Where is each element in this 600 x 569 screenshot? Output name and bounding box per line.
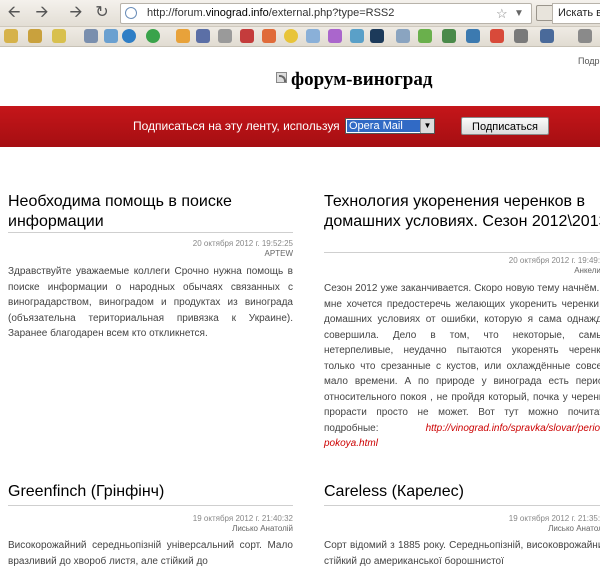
- url-prefix: http://forum.: [147, 7, 206, 19]
- url-domain: vinograd.info: [205, 7, 269, 19]
- bookmark-icon[interactable]: [418, 29, 432, 43]
- page-title: форум-виноград: [276, 69, 432, 91]
- entry-body: Високорожайний середньопізній універсаль…: [8, 540, 293, 567]
- bookmark-icon[interactable]: [146, 29, 160, 43]
- bookmark-icon[interactable]: [196, 29, 210, 43]
- bookmark-icon[interactable]: [104, 29, 118, 43]
- chevron-down-icon[interactable]: ▼: [420, 119, 434, 133]
- rss-icon: [276, 72, 287, 83]
- feed-entry: Необходима помощь в поиске информации 20…: [8, 192, 293, 352]
- back-arrow-icon[interactable]: 🡨: [4, 3, 24, 23]
- url-suffix: /external.php?type=RSS2: [268, 7, 395, 19]
- page-title-text: форум-виноград: [291, 69, 433, 90]
- bookmark-icon[interactable]: [218, 29, 232, 43]
- bookmark-icon[interactable]: [396, 29, 410, 43]
- entry-title[interactable]: Необходима помощь в поиске информации: [8, 192, 293, 232]
- feed-entry: Greenfinch (Грінфінч) 19 октября 2012 г.…: [8, 482, 293, 567]
- forward-arrow-icon[interactable]: 🡪: [32, 3, 52, 23]
- entry-body: Сезон 2012 уже заканчивается. Скоро нову…: [324, 281, 600, 452]
- reader-select[interactable]: Opera Mail ▼: [345, 118, 435, 134]
- subscribe-label: Подписаться на эту ленту, используя: [133, 119, 340, 133]
- address-bar[interactable]: http://forum.vinograd.info/external.php?…: [120, 3, 532, 24]
- bookmark-icon[interactable]: [52, 29, 66, 43]
- divider: [324, 252, 600, 253]
- subscribe-bar: Подписаться на эту ленту, используя Oper…: [0, 106, 600, 147]
- bookmark-icon[interactable]: [514, 29, 528, 43]
- entry-title[interactable]: Технология укоренения черенков в домашни…: [324, 192, 600, 232]
- entry-author: Лисько Анатолій: [232, 524, 293, 533]
- bookmark-icon[interactable]: [370, 29, 384, 43]
- subscribe-button[interactable]: Подписаться: [461, 117, 549, 135]
- bookmark-icon[interactable]: [176, 29, 190, 43]
- entry-body: Здравствуйте уважаемые коллеги Срочно ну…: [8, 266, 293, 339]
- entry-author: APTEW: [264, 249, 293, 258]
- bookmark-icon[interactable]: [122, 29, 136, 43]
- bookmark-icon[interactable]: [442, 29, 456, 43]
- bookmark-icon[interactable]: [28, 29, 42, 43]
- entry-author: Анкелика: [574, 266, 600, 275]
- feed-entry: Технология укоренения черенков в домашни…: [324, 192, 600, 449]
- search-input[interactable]: Искать в G: [552, 3, 600, 24]
- entry-title[interactable]: Careless (Карелес): [324, 482, 600, 502]
- entry-body: Сорт відомий з 1885 року. Середньопізній…: [324, 540, 600, 567]
- entry-author: Лисько Анатолій: [548, 524, 600, 533]
- bookmark-star-icon[interactable]: ☆: [496, 4, 508, 23]
- entry-body-text: Сезон 2012 уже заканчивается. Скоро нову…: [324, 283, 600, 434]
- bookmark-icon[interactable]: [578, 29, 592, 43]
- bookmark-icon[interactable]: [84, 29, 98, 43]
- bookmark-icon[interactable]: [540, 29, 554, 43]
- divider: [8, 232, 293, 233]
- browser-navigation-bar: 🡨 🡪 🡪 ↻ http://forum.vinograd.info/exter…: [0, 0, 600, 27]
- bookmark-icon[interactable]: [4, 29, 18, 43]
- divider: [8, 505, 293, 506]
- bookmark-icon[interactable]: [350, 29, 364, 43]
- site-favicon-icon: [125, 7, 137, 19]
- dropdown-arrow-icon[interactable]: ▼: [514, 4, 524, 23]
- reload-icon[interactable]: ↻: [92, 3, 112, 23]
- reader-select-value: Opera Mail: [347, 120, 421, 132]
- bookmark-icon[interactable]: [328, 29, 342, 43]
- bookmark-icon[interactable]: [284, 29, 298, 43]
- bookmark-icon[interactable]: [262, 29, 276, 43]
- bookmarks-toolbar: [0, 27, 600, 47]
- bookmark-icon[interactable]: [306, 29, 320, 43]
- top-link[interactable]: Подр: [578, 56, 600, 66]
- address-text: http://forum.vinograd.info/external.php?…: [147, 4, 394, 23]
- divider: [324, 505, 600, 506]
- bookmark-icon[interactable]: [490, 29, 504, 43]
- entry-title[interactable]: Greenfinch (Грінфінч): [8, 482, 293, 502]
- bookmark-icon[interactable]: [466, 29, 480, 43]
- bookmark-icon[interactable]: [240, 29, 254, 43]
- forward-history-arrow-icon[interactable]: 🡪: [66, 3, 86, 23]
- feed-entry: Careless (Карелес) 19 октября 2012 г. 21…: [324, 482, 600, 567]
